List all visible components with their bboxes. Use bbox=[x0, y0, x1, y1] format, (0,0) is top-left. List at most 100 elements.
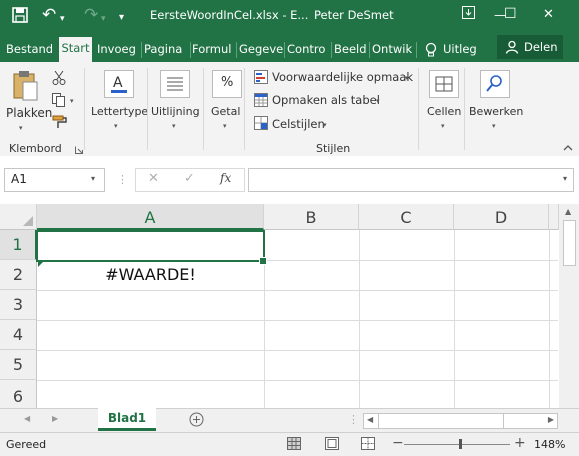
format-as-table-icon[interactable] bbox=[254, 93, 268, 110]
sheet-tab-bar: ◀ ▶ Blad1 ⋮ ◀ ▶ bbox=[0, 408, 579, 433]
cells-button[interactable]: Cellen bbox=[427, 105, 461, 118]
find-icon[interactable] bbox=[480, 70, 510, 101]
cell-a2[interactable]: #WAARDE! bbox=[37, 260, 264, 290]
cell-styles-dropdown-icon[interactable]: ▾ bbox=[323, 121, 327, 129]
alignment-dropdown-icon[interactable]: ▾ bbox=[172, 122, 176, 130]
window-title: EersteWoordInCel.xlsx - E... bbox=[150, 8, 309, 22]
row-header-4[interactable]: 4 bbox=[0, 320, 37, 350]
tab-start[interactable]: Start bbox=[59, 37, 92, 62]
row-header-2[interactable]: 2 bbox=[0, 260, 37, 290]
worksheet-grid: A B C D 1 2 3 4 5 6 #WAARDE! ▲ bbox=[0, 204, 579, 408]
expand-formula-bar-icon[interactable]: ▾ bbox=[563, 174, 567, 183]
cell-styles-button[interactable]: Celstijlen bbox=[272, 117, 325, 131]
fill-handle[interactable] bbox=[259, 257, 267, 265]
selected-cell-a1[interactable] bbox=[36, 230, 265, 262]
tab-controleren[interactable]: Contro bbox=[287, 38, 329, 62]
font-icon[interactable]: A bbox=[104, 70, 134, 101]
select-all-corner[interactable] bbox=[0, 204, 37, 230]
zoom-out-icon[interactable]: − bbox=[392, 435, 404, 451]
name-box[interactable]: A1 ▾ bbox=[4, 168, 105, 192]
page-break-icon[interactable] bbox=[361, 437, 375, 453]
enter-icon[interactable]: ✓ bbox=[184, 171, 195, 186]
tab-pagina[interactable]: Pagina bbox=[144, 38, 188, 62]
vertical-scroll-thumb[interactable] bbox=[563, 220, 576, 266]
insert-function-icon[interactable]: fx bbox=[220, 171, 231, 185]
number-button[interactable]: Getal bbox=[211, 105, 240, 118]
number-dropdown-icon[interactable]: ▾ bbox=[223, 122, 227, 130]
tell-me-search[interactable]: Uitleg bbox=[443, 38, 483, 62]
conditional-dropdown-icon[interactable]: ▾ bbox=[405, 74, 409, 82]
zoom-slider-thumb[interactable] bbox=[459, 439, 462, 449]
column-header-b[interactable]: B bbox=[264, 204, 359, 230]
restore-icon[interactable]: ☐ bbox=[504, 5, 517, 23]
tab-formules[interactable]: Formul bbox=[192, 38, 234, 62]
format-as-table-button[interactable]: Opmaken als tabel bbox=[272, 93, 380, 107]
tab-ontwikkelaars[interactable]: Ontwik bbox=[372, 38, 414, 62]
formula-bar: A1 ▾ ⋮ ✕ ✓ fx ▾ bbox=[0, 156, 579, 204]
tab-bestand[interactable]: Bestand bbox=[6, 38, 52, 62]
ribbon-display-icon[interactable] bbox=[462, 6, 475, 25]
user-name[interactable]: Peter DeSmet bbox=[314, 8, 394, 22]
paste-dropdown-icon[interactable]: ▾ bbox=[19, 124, 23, 132]
conditional-formatting-icon[interactable] bbox=[254, 70, 268, 87]
normal-view-icon[interactable] bbox=[287, 437, 301, 453]
cut-icon[interactable] bbox=[52, 70, 66, 89]
cells-dropdown-icon[interactable]: ▾ bbox=[441, 122, 445, 130]
font-dropdown-icon[interactable]: ▾ bbox=[114, 122, 118, 130]
tab-split-grip-icon[interactable]: ⋮ bbox=[348, 413, 359, 426]
row-header-1[interactable]: 1 bbox=[0, 230, 37, 260]
save-icon[interactable] bbox=[12, 7, 28, 28]
new-sheet-icon[interactable] bbox=[189, 412, 204, 430]
column-header-d[interactable]: D bbox=[454, 204, 549, 230]
zoom-slider-track[interactable] bbox=[404, 444, 510, 445]
paste-icon[interactable] bbox=[12, 70, 40, 105]
font-button[interactable]: Lettertype bbox=[91, 105, 148, 118]
copy-icon[interactable] bbox=[52, 93, 66, 110]
person-icon bbox=[505, 35, 519, 62]
column-header-a[interactable]: A bbox=[37, 204, 264, 230]
editing-dropdown-icon[interactable]: ▾ bbox=[492, 122, 496, 130]
customize-icon[interactable]: ▾ bbox=[119, 9, 124, 27]
editing-button[interactable]: Bewerken bbox=[469, 105, 523, 118]
row-header-6[interactable]: 6 bbox=[0, 380, 37, 408]
horizontal-scrollbar[interactable]: ◀ ▶ bbox=[363, 413, 558, 429]
svg-text:A: A bbox=[113, 75, 123, 91]
row-header-3[interactable]: 3 bbox=[0, 290, 37, 320]
alignment-icon[interactable] bbox=[160, 70, 190, 101]
scroll-left-icon[interactable]: ◀ bbox=[367, 415, 373, 424]
redo-icon[interactable]: ↷ bbox=[84, 6, 98, 24]
sheet-tab-blad1[interactable]: Blad1 bbox=[98, 408, 156, 431]
paste-button[interactable]: Plakken bbox=[6, 106, 52, 120]
next-sheet-icon[interactable]: ▶ bbox=[52, 414, 58, 423]
tab-beeld[interactable]: Beeld bbox=[334, 38, 367, 62]
undo-dropdown-icon[interactable]: ▾ bbox=[60, 10, 65, 28]
conditional-formatting-button[interactable]: Voorwaardelijke opmaak bbox=[272, 70, 413, 84]
tab-gegevens[interactable]: Gegeve bbox=[239, 38, 283, 62]
cancel-icon[interactable]: ✕ bbox=[148, 171, 159, 186]
zoom-in-icon[interactable]: + bbox=[514, 435, 526, 451]
formula-input[interactable]: ▾ bbox=[248, 168, 574, 192]
row-header-5[interactable]: 5 bbox=[0, 350, 37, 380]
horizontal-scroll-thumb[interactable] bbox=[378, 414, 504, 428]
vertical-scrollbar[interactable]: ▲ bbox=[559, 204, 579, 408]
scroll-right-icon[interactable]: ▶ bbox=[548, 415, 554, 424]
page-layout-icon[interactable] bbox=[325, 437, 339, 453]
share-button[interactable]: Delen bbox=[497, 35, 563, 59]
tab-invoegen[interactable]: Invoeg bbox=[97, 38, 139, 62]
cells-icon[interactable] bbox=[429, 70, 459, 101]
lightbulb-icon bbox=[425, 38, 439, 62]
name-box-dropdown-icon[interactable]: ▾ bbox=[91, 174, 95, 183]
scroll-up-icon[interactable]: ▲ bbox=[565, 207, 571, 216]
close-icon[interactable]: ✕ bbox=[543, 6, 554, 24]
undo-icon[interactable]: ↶ bbox=[42, 6, 56, 24]
cell-styles-icon[interactable] bbox=[254, 116, 268, 133]
prev-sheet-icon[interactable]: ◀ bbox=[24, 414, 30, 423]
alignment-button[interactable]: Uitlijning bbox=[151, 105, 200, 118]
format-painter-icon[interactable] bbox=[52, 115, 68, 132]
zoom-level[interactable]: 148% bbox=[534, 438, 565, 451]
copy-dropdown-icon[interactable]: ▾ bbox=[70, 97, 74, 105]
column-header-e[interactable] bbox=[549, 204, 559, 230]
format-table-dropdown-icon[interactable]: ▾ bbox=[376, 97, 380, 105]
column-header-c[interactable]: C bbox=[359, 204, 454, 230]
collapse-ribbon-icon[interactable] bbox=[563, 142, 573, 155]
